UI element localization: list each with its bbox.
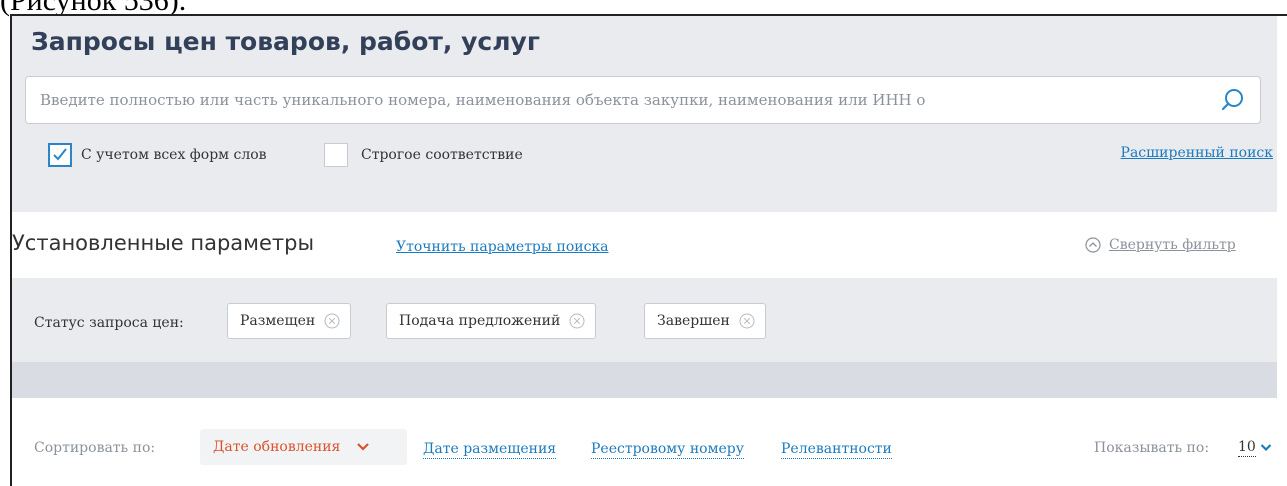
filter-chip-label: Размещен [240, 313, 316, 329]
search-input[interactable] [40, 77, 1160, 123]
refine-search-link[interactable]: Уточнить параметры поиска [396, 239, 609, 255]
filter-chip-completed[interactable]: Завершен [644, 303, 766, 339]
checkbox-checked-icon[interactable] [48, 143, 72, 167]
chevron-down-icon [1260, 444, 1272, 452]
page-size-label: Показывать по: [1094, 440, 1210, 456]
page-title: Запросы цен товаров, работ, услуг [31, 27, 540, 56]
strict-match-label: Строгое соответствие [361, 147, 523, 163]
chevron-up-circle-icon [1085, 237, 1101, 253]
sort-option-relevance[interactable]: Релевантности [781, 440, 892, 459]
page-size-value: 10 [1238, 439, 1256, 457]
sort-option-updated[interactable]: Дате обновления [200, 429, 407, 465]
search-box [25, 76, 1261, 124]
strict-match-checkbox[interactable]: Строгое соответствие [324, 142, 523, 168]
sort-option-placed[interactable]: Дате размещения [423, 440, 557, 459]
close-circle-icon[interactable] [569, 313, 585, 329]
filters-panel-footer [12, 362, 1277, 398]
all-word-forms-label: С учетом всех форм слов [81, 147, 267, 163]
filter-chip-label: Завершен [657, 313, 730, 329]
filter-chip-placed[interactable]: Размещен [227, 303, 352, 339]
collapse-filter-button[interactable]: Свернуть фильтр [1085, 237, 1236, 253]
checkbox-unchecked-icon[interactable] [324, 143, 348, 167]
page-size-select[interactable]: 10 [1238, 438, 1272, 457]
sort-option-registry[interactable]: Реестровому номеру [591, 440, 744, 459]
sort-active-label: Дате обновления [213, 439, 341, 455]
sort-label: Сортировать по: [34, 440, 156, 456]
all-word-forms-checkbox[interactable]: С учетом всех форм слов [48, 142, 267, 168]
advanced-search-link[interactable]: Расширенный поиск [1121, 145, 1273, 161]
params-title: Установленные параметры [12, 231, 315, 255]
filter-chip-submission[interactable]: Подача предложений [386, 303, 597, 339]
chevron-down-icon [357, 443, 370, 451]
close-circle-icon[interactable] [324, 313, 340, 329]
search-icon[interactable] [1220, 87, 1246, 113]
filter-chip-label: Подача предложений [399, 313, 561, 329]
status-filter-label: Статус запроса цен: [34, 315, 184, 331]
collapse-filter-label: Свернуть фильтр [1109, 237, 1236, 253]
close-circle-icon[interactable] [739, 313, 755, 329]
